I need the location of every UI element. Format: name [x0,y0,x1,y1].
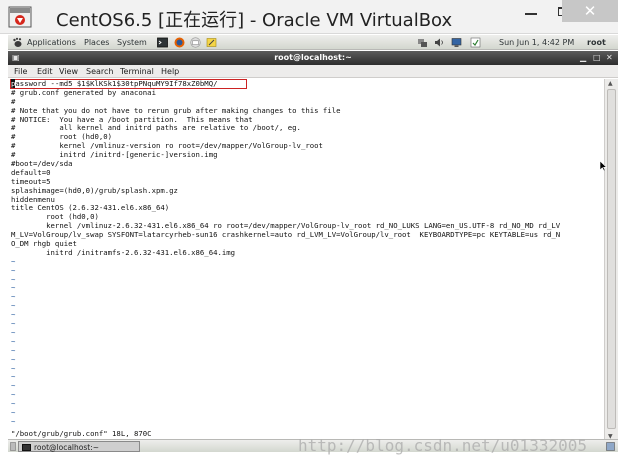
vi-empty-line-tilde: ~ [11,399,16,409]
terminal-line: default=0 [11,167,51,177]
volume-icon[interactable] [434,37,445,48]
watermark: http://blog.csdn.net/u01332005 [298,436,587,455]
minimize-button[interactable] [516,0,546,22]
terminal-menu-edit[interactable]: Edit [37,67,53,76]
vi-empty-line-tilde: ~ [11,372,16,382]
mail-icon[interactable] [190,37,201,48]
terminal-window: ▣ root@localhost:~ ▁ □ ✕ File Edit View … [8,51,618,443]
network-icon[interactable] [417,37,428,48]
vbox-titlebar: CentOS6.5 [正在运行] - Oracle VM VirtualBox … [0,0,618,34]
vi-empty-line-tilde: ~ [11,345,16,355]
show-desktop-icon[interactable] [10,442,16,451]
terminal-content: password --md5 $1$KlKSk1$30tpPNquMY9If78… [11,79,561,427]
vi-empty-line-tilde: ~ [11,265,16,275]
vi-empty-line-tilde: ~ [11,283,16,293]
terminal-launcher-icon[interactable] [157,37,168,48]
vi-empty-line-tilde: ~ [11,336,16,346]
vi-empty-line-tilde: ~ [11,292,16,302]
gnome-foot-icon [13,37,22,47]
terminal-menu-file[interactable]: File [14,67,27,76]
terminal-scrollbar[interactable]: ▲ ▼ [604,79,618,442]
guest-display[interactable]: Applications Places System Sun Jun 1, 4:… [8,35,618,464]
vi-empty-line-tilde: ~ [11,381,16,391]
terminal-line: # grub.conf generated by anaconai [11,87,156,97]
scrollbar-thumb[interactable] [607,89,616,429]
vi-empty-line-tilde: ~ [11,407,16,417]
terminal-line: #boot=/dev/sda [11,159,73,169]
taskbar-item-terminal[interactable]: root@localhost:~ [18,441,140,452]
terminal-title: root@localhost:~ [274,53,352,62]
terminal-line: splashimage=(hd0,0)/grub/splash.xpm.gz [11,185,178,195]
close-icon: ✕ [583,1,597,20]
menu-places[interactable]: Places [84,38,109,47]
vi-empty-line-tilde: ~ [11,327,16,337]
vi-status-line: "/boot/grub/grub.conf" 18L, 870C [11,429,152,438]
terminal-menu-terminal[interactable]: Terminal [120,67,154,76]
terminal-menu-search[interactable]: Search [86,67,113,76]
terminal-line: # initrd /initrd-[generic-]version.img [11,150,218,160]
window-title: CentOS6.5 [正在运行] - Oracle VM VirtualBox [56,10,453,31]
close-button[interactable]: ✕ [562,0,618,22]
terminal-line: initrd /initramfs-2.6.32-431.el6.x86_64.… [11,247,236,257]
workspace-switcher-icon[interactable] [606,442,615,451]
terminal-menu-view[interactable]: View [59,67,78,76]
terminal-text-area[interactable]: password --md5 $1$KlKSk1$30tpPNquMY9If78… [8,79,604,442]
vi-empty-line-tilde: ~ [11,256,16,266]
vi-empty-line-tilde: ~ [11,301,16,311]
vi-empty-line-tilde: ~ [11,390,16,400]
vi-empty-line-tilde: ~ [11,319,16,329]
menu-system[interactable]: System [117,38,147,47]
virtualbox-icon [8,6,32,28]
vi-empty-line-tilde: ~ [11,416,16,426]
taskbar-item-label: root@localhost:~ [34,443,100,452]
terminal-maximize-icon[interactable]: □ [593,53,601,62]
terminal-titlebar[interactable]: ▣ root@localhost:~ ▁ □ ✕ [8,51,618,65]
display-icon[interactable] [451,37,462,48]
scroll-up-icon[interactable]: ▲ [608,80,613,87]
vi-empty-line-tilde: ~ [11,354,16,364]
firefox-icon[interactable] [174,37,185,48]
notes-icon[interactable] [206,37,217,48]
terminal-minimize-icon[interactable]: ▁ [580,53,586,62]
gnome-top-panel: Applications Places System Sun Jun 1, 4:… [8,35,618,50]
terminal-line-text: assword --md5 $1$KlKSk1$30tpPNquMY9If78x… [15,79,218,88]
user-menu[interactable]: root [587,38,606,47]
vi-empty-line-tilde: ~ [11,310,16,320]
clock[interactable]: Sun Jun 1, 4:42 PM [499,38,574,47]
minimize-icon [525,13,537,15]
terminal-menu-help[interactable]: Help [161,67,179,76]
vi-empty-line-tilde: ~ [11,363,16,373]
menu-applications[interactable]: Applications [27,38,76,47]
terminal-close-icon[interactable]: ✕ [606,53,613,62]
terminal-icon [22,444,31,451]
mouse-pointer-icon [600,161,607,171]
terminal-line: M_LV=VolGroup/lv_swap SYSFONT=latarcyrhe… [11,230,561,240]
update-icon[interactable] [470,37,481,48]
vi-empty-line-tilde: ~ [11,274,16,284]
terminal-menubar: File Edit View Search Terminal Help [8,65,618,78]
